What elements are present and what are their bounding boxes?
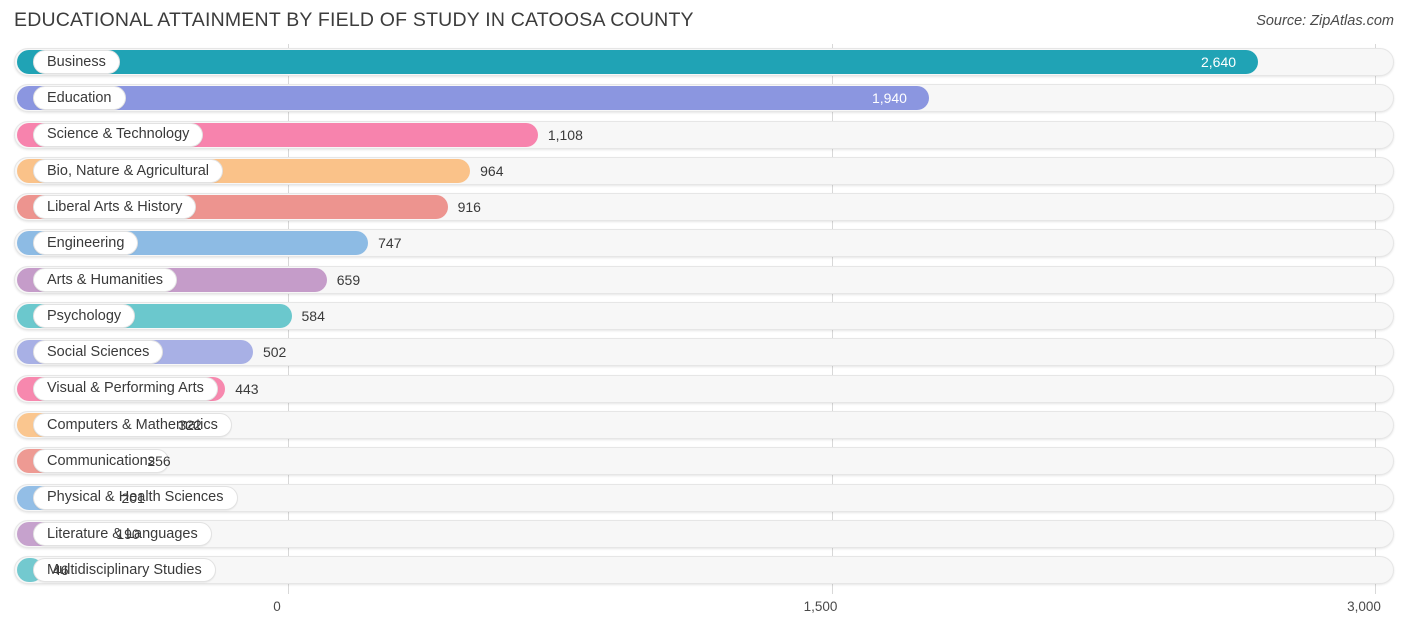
- chart-row: Arts & Humanities 659: [0, 262, 1406, 298]
- chart-header: EDUCATIONAL ATTAINMENT BY FIELD OF STUDY…: [0, 0, 1406, 44]
- chart-row: Bio, Nature & Agricultural 964: [0, 153, 1406, 189]
- category-label-pill[interactable]: Arts & Humanities: [33, 267, 178, 292]
- category-label-pill[interactable]: Science & Technology: [33, 122, 204, 147]
- category-label: Communications: [47, 453, 155, 470]
- chart-row: Engineering 747: [0, 225, 1406, 261]
- category-label-pill[interactable]: Social Sciences: [33, 340, 164, 365]
- bar-value-label: 1,108: [547, 126, 583, 143]
- chart-row: Business 2,640: [0, 44, 1406, 80]
- x-axis-tick: 0: [273, 599, 281, 614]
- bar-value-label: 747: [378, 235, 402, 252]
- bar-value-label: 964: [480, 162, 504, 179]
- category-label-pill[interactable]: Psychology: [33, 304, 136, 329]
- chart-row: Communications 256: [0, 443, 1406, 479]
- bar-value-label: 443: [235, 380, 259, 397]
- category-label: Education: [47, 90, 112, 107]
- category-label-pill[interactable]: Business: [33, 50, 120, 74]
- bar-value-label: 502: [262, 344, 287, 361]
- x-axis: 0 1,500 3,000: [0, 594, 1406, 631]
- bar-track: [14, 519, 1394, 548]
- bar-value-label: 1,940: [871, 90, 907, 107]
- category-label: Bio, Nature & Agricultural: [47, 162, 209, 179]
- chart-row: Physical & Health Sciences 201: [0, 480, 1406, 516]
- value-bar[interactable]: [17, 86, 929, 111]
- bar-track: [14, 556, 1394, 585]
- bar-rows: Business 2,640 Education 1,940 Science & Tec…: [0, 44, 1406, 588]
- category-label: Business: [47, 53, 106, 70]
- category-label: Liberal Arts & History: [47, 198, 183, 215]
- category-label-pill[interactable]: Visual & Performing Arts: [33, 376, 218, 401]
- category-label: Psychology: [47, 307, 122, 324]
- bar-value-label: 201: [121, 489, 145, 506]
- bar-value-label: 584: [301, 308, 325, 325]
- category-label: Multidisciplinary Studies: [47, 561, 202, 578]
- chart-row: Computers & Mathematics 322: [0, 407, 1406, 443]
- chart-row: Education 1,940: [0, 80, 1406, 116]
- source-attribution: Source: ZipAtlas.com: [1256, 13, 1394, 29]
- chart-row: Literature & Languages 190: [0, 516, 1406, 552]
- chart-row: Science & Technology 1,108: [0, 117, 1406, 153]
- page-title: EDUCATIONAL ATTAINMENT BY FIELD OF STUDY…: [14, 9, 694, 31]
- category-label: Science & Technology: [47, 126, 190, 143]
- bar-value-label: 916: [457, 199, 481, 216]
- chart-row: Visual & Performing Arts 443: [0, 371, 1406, 407]
- category-label-pill[interactable]: Engineering: [33, 231, 139, 256]
- category-label: Visual & Performing Arts: [47, 380, 204, 397]
- x-axis-tick: 3,000: [1347, 599, 1381, 614]
- category-label-pill[interactable]: Computers & Mathematics: [33, 412, 232, 437]
- bar-value-label: 46: [53, 562, 69, 579]
- x-axis-tick: 1,500: [803, 599, 838, 614]
- category-label-pill[interactable]: Education: [33, 86, 126, 111]
- bar-value-label: 659: [336, 271, 361, 288]
- bar-value-label: 190: [116, 525, 140, 542]
- chart-row: Liberal Arts & History 916: [0, 189, 1406, 225]
- chart-plot-area: Business 2,640 Education 1,940 Science & Tec…: [0, 44, 1406, 594]
- bar-value-label: 256: [147, 453, 171, 470]
- value-bar[interactable]: [17, 50, 1258, 74]
- bar-track: [14, 447, 1394, 476]
- category-label-pill[interactable]: Bio, Nature & Agricultural: [33, 158, 223, 183]
- chart-row: Social Sciences 502: [0, 334, 1406, 370]
- category-label: Engineering: [47, 235, 125, 252]
- chart-row: Psychology 584: [0, 298, 1406, 334]
- category-label-pill[interactable]: Liberal Arts & History: [33, 195, 197, 220]
- bar-value-label: 322: [178, 416, 202, 433]
- bar-value-label: 2,640: [1201, 54, 1237, 70]
- category-label: Arts & Humanities: [47, 271, 164, 288]
- chart-row: Multidisciplinary Studies 46: [0, 552, 1406, 588]
- category-label: Social Sciences: [47, 344, 150, 361]
